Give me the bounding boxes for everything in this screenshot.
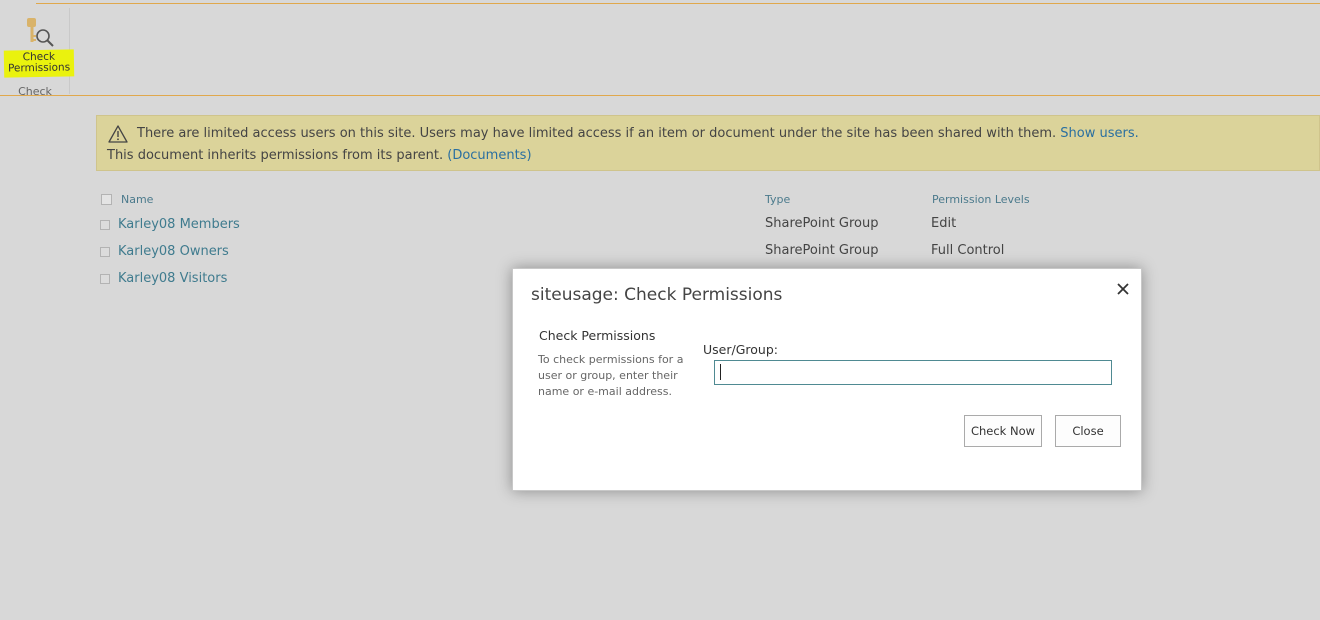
table-row: Karley08 Owners SharePoint Group Full Co…: [96, 241, 1096, 265]
list-header: Name Type Permission Levels: [96, 190, 1096, 208]
check-permissions-dialog: siteusage: Check Permissions Check Permi…: [512, 268, 1142, 491]
select-all-checkbox[interactable]: [101, 194, 112, 205]
group-name-link[interactable]: Karley08 Visitors: [118, 271, 227, 286]
column-header-type[interactable]: Type: [765, 193, 790, 206]
user-group-input[interactable]: [714, 360, 1112, 385]
check-permissions-ribbon-button[interactable]: Check Permissions: [3, 14, 75, 78]
section-description: To check permissions for a user or group…: [538, 353, 684, 398]
documents-link[interactable]: (Documents): [447, 148, 531, 163]
banner-limited-access-text: There are limited access users on this s…: [137, 126, 1057, 141]
banner-inherits-text: This document inherits permissions from …: [107, 148, 444, 163]
group-name-link[interactable]: Karley08 Owners: [118, 244, 229, 259]
group-type: SharePoint Group: [765, 243, 879, 258]
check-now-button[interactable]: Check Now: [964, 415, 1042, 447]
table-row: Karley08 Members SharePoint Group Edit: [96, 214, 1096, 238]
check-permissions-label: Check Permissions: [3, 49, 75, 78]
text-caret: [720, 364, 721, 380]
group-type: SharePoint Group: [765, 216, 879, 231]
close-icon[interactable]: [1113, 279, 1133, 299]
group-name-link[interactable]: Karley08 Members: [118, 217, 240, 232]
group-permission: Edit: [931, 216, 957, 231]
ribbon-group-label: Check: [18, 85, 52, 98]
check-permissions-label-line2: Permissions: [7, 61, 71, 75]
user-group-label: User/Group:: [703, 342, 778, 357]
row-checkbox[interactable]: [100, 274, 110, 284]
close-button[interactable]: Close: [1055, 415, 1121, 447]
ribbon-group-check: Check Permissions Check: [0, 8, 75, 98]
column-header-name[interactable]: Name: [121, 193, 153, 206]
row-checkbox[interactable]: [100, 247, 110, 257]
column-header-permission-levels[interactable]: Permission Levels: [932, 193, 1030, 206]
dialog-title: siteusage: Check Permissions: [531, 285, 783, 305]
banner-limited-access-line: There are limited access users on this s…: [137, 126, 1139, 141]
show-users-link[interactable]: Show users.: [1060, 126, 1138, 141]
limited-access-banner: There are limited access users on this s…: [96, 115, 1320, 171]
row-checkbox[interactable]: [100, 220, 110, 230]
key-magnifier-icon: [27, 18, 54, 47]
banner-inherits-line: This document inherits permissions from …: [107, 148, 532, 163]
ribbon: Check Permissions Check: [0, 4, 1320, 98]
group-permission: Full Control: [931, 243, 1005, 258]
warning-icon: [108, 125, 128, 143]
section-title: Check Permissions: [539, 328, 656, 343]
